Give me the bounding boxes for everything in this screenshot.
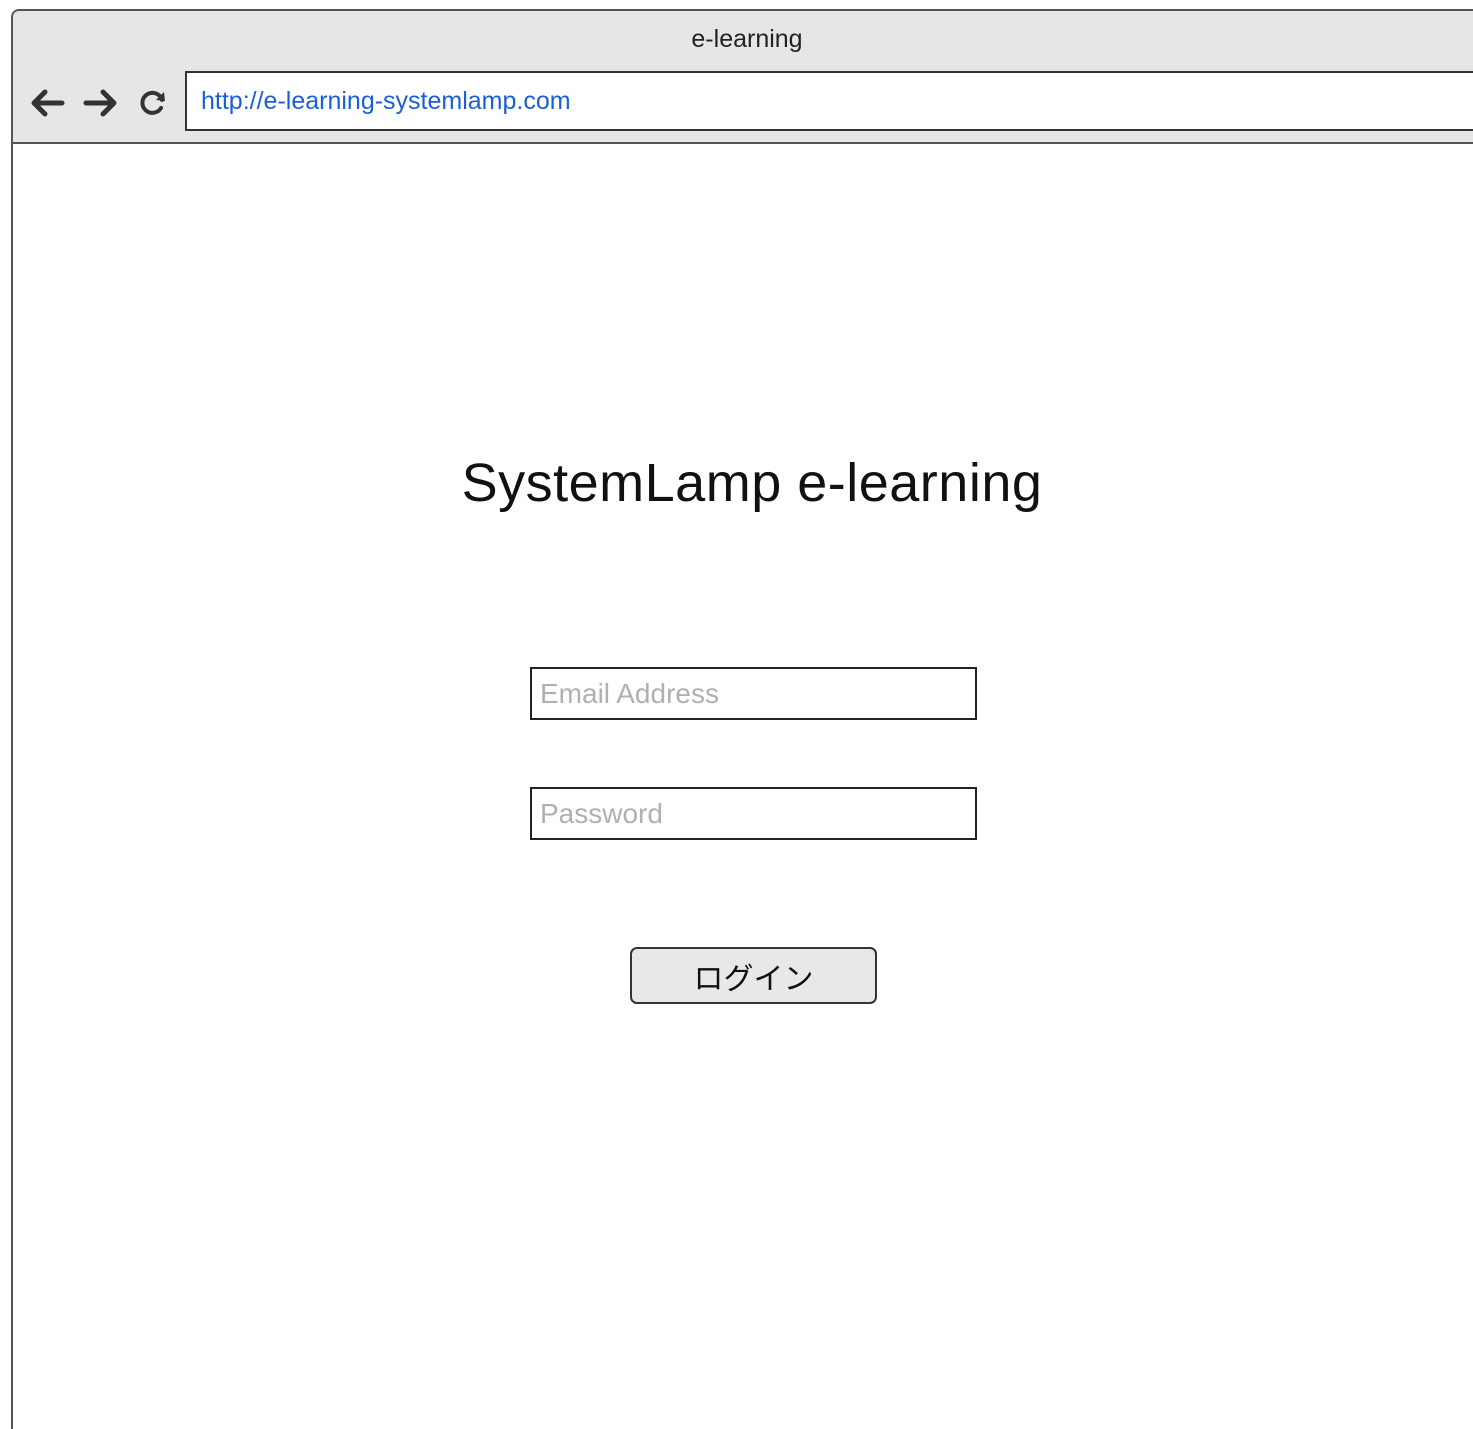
page-content: SystemLamp e-learning ログイン — [13, 144, 1473, 1429]
page-title: SystemLamp e-learning — [461, 453, 1043, 513]
arrow-left-icon — [31, 89, 65, 117]
address-bar[interactable]: http://e-learning-systemlamp.com — [185, 71, 1473, 131]
arrow-right-icon — [83, 89, 117, 117]
back-button[interactable] — [27, 83, 67, 123]
reload-icon — [140, 90, 165, 115]
browser-window: e-learning http://e-learning-systemlamp.… — [11, 9, 1473, 1429]
browser-chrome: e-learning http://e-learning-systemlamp.… — [13, 11, 1473, 144]
password-field[interactable] — [530, 787, 977, 840]
reload-button[interactable] — [133, 83, 173, 123]
forward-button[interactable] — [81, 83, 121, 123]
address-url: http://e-learning-systemlamp.com — [201, 86, 571, 115]
email-field[interactable] — [530, 667, 977, 720]
login-button[interactable]: ログイン — [630, 947, 877, 1004]
window-title: e-learning — [691, 25, 803, 53]
